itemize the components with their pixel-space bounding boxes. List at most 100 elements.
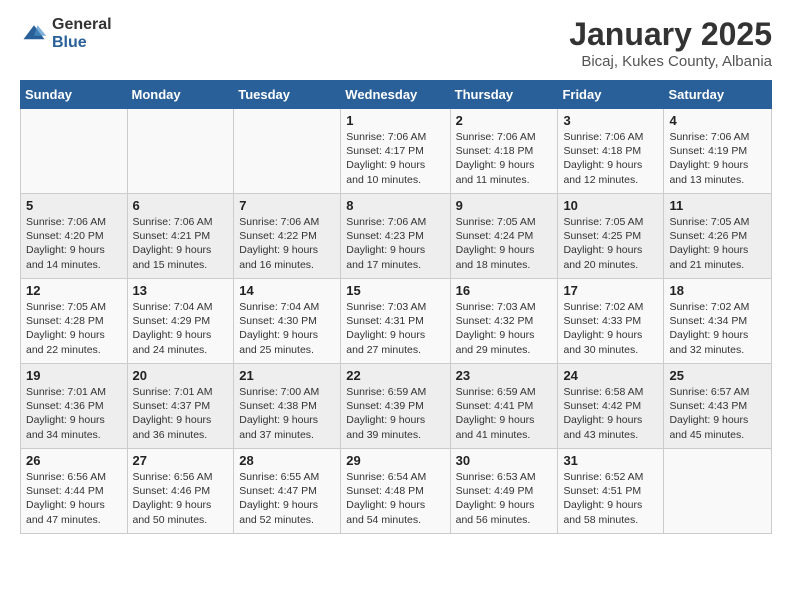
day-number: 16 [456,283,553,298]
day-info: Sunrise: 7:03 AM Sunset: 4:32 PM Dayligh… [456,300,553,357]
logo-blue: Blue [52,34,112,52]
calendar-cell: 1 Sunrise: 7:06 AM Sunset: 4:17 PM Daylig… [341,109,450,194]
day-info: Sunrise: 7:06 AM Sunset: 4:21 PM Dayligh… [133,215,229,272]
calendar-cell: 8Sunrise: 7:06 AM Sunset: 4:23 PM Daylig… [341,194,450,279]
day-info: Sunrise: 6:52 AM Sunset: 4:51 PM Dayligh… [563,470,658,527]
day-number: 19 [26,368,122,383]
logo: General Blue [20,16,112,51]
logo-general: General [52,16,112,34]
day-info: Sunrise: 6:55 AM Sunset: 4:47 PM Dayligh… [239,470,335,527]
calendar-cell: 21Sunrise: 7:00 AM Sunset: 4:38 PM Dayli… [234,364,341,449]
day-info: Sunrise: 6:58 AM Sunset: 4:42 PM Dayligh… [563,385,658,442]
day-number: 15 [346,283,444,298]
day-number: 22 [346,368,444,383]
day-number: 23 [456,368,553,383]
calendar-cell: 16 Sunrise: 7:03 AM Sunset: 4:32 PM Dayli… [450,279,558,364]
calendar-cell [21,109,128,194]
day-number: 10 [563,198,658,213]
calendar-cell: 14 Sunrise: 7:04 AM Sunset: 4:30 PM Dayli… [234,279,341,364]
day-info: Sunrise: 6:53 AM Sunset: 4:49 PM Dayligh… [456,470,553,527]
day-info: Sunrise: 6:59 AM Sunset: 4:39 PM Dayligh… [346,385,444,442]
day-number: 7 [239,198,335,213]
calendar-cell: 7 Sunrise: 7:06 AM Sunset: 4:22 PM Daylig… [234,194,341,279]
weekday-header-wednesday: Wednesday [341,81,450,109]
day-number: 9 [456,198,553,213]
calendar-cell: 3Sunrise: 7:06 AM Sunset: 4:18 PM Daylig… [558,109,664,194]
day-number: 12 [26,283,122,298]
calendar-cell: 27 Sunrise: 6:56 AM Sunset: 4:46 PM Dayli… [127,449,234,534]
day-number: 31 [563,453,658,468]
calendar-cell: 17 Sunrise: 7:02 AM Sunset: 4:33 PM Dayli… [558,279,664,364]
day-info: Sunrise: 7:02 AM Sunset: 4:33 PM Dayligh… [563,300,658,357]
day-info: Sunrise: 7:03 AM Sunset: 4:31 PM Dayligh… [346,300,444,357]
day-info: Sunrise: 7:06 AM Sunset: 4:22 PM Dayligh… [239,215,335,272]
weekday-header-friday: Friday [558,81,664,109]
day-number: 25 [669,368,766,383]
day-number: 14 [239,283,335,298]
day-number: 24 [563,368,658,383]
weekday-header-sunday: Sunday [21,81,128,109]
calendar-week-4: 19 Sunrise: 7:01 AM Sunset: 4:36 PM Dayli… [21,364,772,449]
day-number: 11 [669,198,766,213]
day-number: 20 [133,368,229,383]
day-number: 17 [563,283,658,298]
calendar-table: SundayMondayTuesdayWednesdayThursdayFrid… [20,80,772,534]
day-number: 21 [239,368,335,383]
day-info: Sunrise: 7:06 AM Sunset: 4:19 PM Dayligh… [669,130,766,187]
day-number: 1 [346,113,444,128]
day-info: Sunrise: 7:04 AM Sunset: 4:30 PM Dayligh… [239,300,335,357]
calendar-cell: 20 Sunrise: 7:01 AM Sunset: 4:37 PM Dayli… [127,364,234,449]
calendar-cell: 2 Sunrise: 7:06 AM Sunset: 4:18 PM Daylig… [450,109,558,194]
day-info: Sunrise: 7:06 AM Sunset: 4:20 PM Dayligh… [26,215,122,272]
day-number: 13 [133,283,229,298]
weekday-header-tuesday: Tuesday [234,81,341,109]
day-number: 28 [239,453,335,468]
day-number: 4 [669,113,766,128]
calendar-cell: 31 Sunrise: 6:52 AM Sunset: 4:51 PM Dayli… [558,449,664,534]
day-number: 18 [669,283,766,298]
calendar-week-3: 12Sunrise: 7:05 AM Sunset: 4:28 PM Dayli… [21,279,772,364]
title-section: January 2025 Bicaj, Kukes County, Albani… [569,16,772,70]
calendar-cell: 6 Sunrise: 7:06 AM Sunset: 4:21 PM Daylig… [127,194,234,279]
day-info: Sunrise: 7:02 AM Sunset: 4:34 PM Dayligh… [669,300,766,357]
day-info: Sunrise: 7:01 AM Sunset: 4:36 PM Dayligh… [26,385,122,442]
logo-text: General Blue [52,16,112,51]
day-info: Sunrise: 6:59 AM Sunset: 4:41 PM Dayligh… [456,385,553,442]
day-info: Sunrise: 7:06 AM Sunset: 4:18 PM Dayligh… [456,130,553,187]
calendar-cell: 5Sunrise: 7:06 AM Sunset: 4:20 PM Daylig… [21,194,128,279]
calendar-cell: 11 Sunrise: 7:05 AM Sunset: 4:26 PM Dayli… [664,194,772,279]
day-number: 6 [133,198,229,213]
calendar-title: January 2025 [569,16,772,53]
header: General Blue January 2025 Bicaj, Kukes C… [20,16,772,70]
calendar-cell [664,449,772,534]
calendar-week-5: 26Sunrise: 6:56 AM Sunset: 4:44 PM Dayli… [21,449,772,534]
calendar-subtitle: Bicaj, Kukes County, Albania [569,53,772,70]
day-info: Sunrise: 7:05 AM Sunset: 4:26 PM Dayligh… [669,215,766,272]
calendar-cell: 24 Sunrise: 6:58 AM Sunset: 4:42 PM Dayli… [558,364,664,449]
day-info: Sunrise: 7:05 AM Sunset: 4:24 PM Dayligh… [456,215,553,272]
day-info: Sunrise: 7:01 AM Sunset: 4:37 PM Dayligh… [133,385,229,442]
calendar-cell [234,109,341,194]
day-info: Sunrise: 7:06 AM Sunset: 4:18 PM Dayligh… [563,130,658,187]
calendar-cell: 13Sunrise: 7:04 AM Sunset: 4:29 PM Dayli… [127,279,234,364]
calendar-cell: 26Sunrise: 6:56 AM Sunset: 4:44 PM Dayli… [21,449,128,534]
weekday-header-thursday: Thursday [450,81,558,109]
weekday-header-monday: Monday [127,81,234,109]
weekday-header-saturday: Saturday [664,81,772,109]
calendar-cell: 9 Sunrise: 7:05 AM Sunset: 4:24 PM Daylig… [450,194,558,279]
day-number: 26 [26,453,122,468]
day-number: 30 [456,453,553,468]
day-number: 27 [133,453,229,468]
calendar-cell: 29 Sunrise: 6:54 AM Sunset: 4:48 PM Dayli… [341,449,450,534]
calendar-cell: 10 Sunrise: 7:05 AM Sunset: 4:25 PM Dayli… [558,194,664,279]
day-info: Sunrise: 6:56 AM Sunset: 4:46 PM Dayligh… [133,470,229,527]
day-number: 29 [346,453,444,468]
day-info: Sunrise: 7:05 AM Sunset: 4:25 PM Dayligh… [563,215,658,272]
calendar-cell: 19 Sunrise: 7:01 AM Sunset: 4:36 PM Dayli… [21,364,128,449]
calendar-cell: 25Sunrise: 6:57 AM Sunset: 4:43 PM Dayli… [664,364,772,449]
calendar-week-2: 5Sunrise: 7:06 AM Sunset: 4:20 PM Daylig… [21,194,772,279]
day-info: Sunrise: 6:54 AM Sunset: 4:48 PM Dayligh… [346,470,444,527]
day-info: Sunrise: 7:06 AM Sunset: 4:17 PM Dayligh… [346,130,444,187]
calendar-cell [127,109,234,194]
day-number: 2 [456,113,553,128]
